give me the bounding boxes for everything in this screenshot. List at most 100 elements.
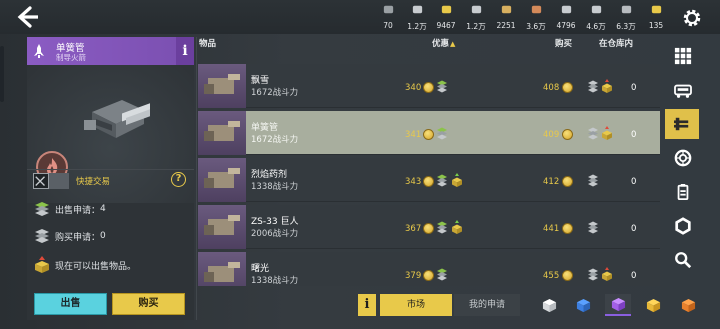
tab-my-requests[interactable]: 我的申请 — [454, 294, 520, 316]
buy-price: 441 — [543, 224, 560, 234]
rocket-icon — [32, 43, 46, 59]
buy-stack-icon — [588, 221, 598, 234]
item-info-button[interactable]: i — [176, 37, 194, 65]
quick-trade-toggle[interactable] — [49, 173, 69, 189]
resource-ammo: 70 — [373, 2, 403, 32]
coin-icon — [423, 129, 434, 140]
item-detail-panel: 单簧管 制导火箭 i 快捷交易 ? 出售申请： 4 购买申请： 0 现在可以出售… — [27, 37, 194, 320]
tab-info[interactable]: i — [358, 294, 376, 316]
sell-box-icon — [602, 126, 612, 140]
settings-gear-icon[interactable] — [681, 7, 703, 29]
item-subtitle: 制导火箭 — [56, 53, 86, 62]
resource-value: 6.3万 — [616, 22, 636, 31]
sell-stack-icon — [437, 127, 447, 140]
col-header-offer-label: 优惠 — [432, 39, 450, 49]
resource-value: 70 — [383, 21, 393, 30]
sell-requests-stat: 出售申请： 4 — [33, 198, 106, 220]
resource-canister: 2251 — [491, 2, 521, 32]
sell-button[interactable]: 出售 — [34, 293, 107, 315]
resource-coin-gold: 135 — [641, 2, 671, 32]
quick-trade-help-icon[interactable]: ? — [171, 172, 186, 187]
col-header-buy[interactable]: 购买 — [555, 37, 572, 49]
table-row[interactable]: ZS-33 巨人 2006战斗力 367 441 0 — [198, 205, 660, 249]
pen-icon — [410, 2, 425, 17]
ring-icon — [589, 2, 604, 17]
stock-count: 0 — [631, 271, 637, 281]
col-header-offer[interactable]: 优惠▲ — [432, 37, 455, 49]
rarity-rare-cube-icon[interactable] — [570, 294, 596, 316]
plank-icon — [529, 2, 544, 17]
category-weapon-icon[interactable] — [665, 109, 699, 139]
table-row[interactable]: 飘雪 1672战斗力 340 408 0 — [198, 64, 660, 108]
sell-requests-value: 4 — [100, 204, 106, 214]
offer-price: 343 — [405, 177, 422, 187]
coin-silver-icon — [619, 2, 634, 17]
offer-price: 367 — [405, 224, 422, 234]
item-thumbnail — [198, 252, 246, 286]
item-header: 单簧管 制导火箭 i — [27, 37, 194, 65]
col-header-item[interactable]: 物品 — [199, 37, 216, 49]
resource-chip: 9467 — [431, 2, 461, 32]
item-name: 单簧管 — [251, 123, 279, 133]
table-row[interactable]: 单簧管 1672战斗力 341 409 0 — [198, 111, 660, 155]
buy-stack-icon — [588, 127, 598, 140]
rarity-epic-cube-icon[interactable] — [605, 294, 631, 316]
quick-trade-label: 快捷交易 — [76, 177, 111, 187]
weapon-model-image — [84, 100, 150, 138]
resource-value: 135 — [648, 21, 664, 30]
item-thumbnail — [198, 111, 246, 155]
coin-icon — [562, 176, 573, 187]
rarity-common-cube-icon[interactable] — [536, 294, 562, 316]
stock-count: 0 — [631, 83, 637, 93]
coin-icon — [423, 176, 434, 187]
resource-value: 4796 — [556, 21, 576, 30]
search-icon[interactable] — [668, 245, 698, 275]
coin-icon — [562, 129, 573, 140]
sell-stack-icon — [437, 80, 447, 93]
buy-stack-icon — [588, 174, 598, 187]
sell-box-icon — [452, 220, 462, 234]
rarity-legendary-cube-icon[interactable] — [640, 294, 666, 316]
sell-stack-icon — [35, 202, 49, 216]
table-row[interactable]: 曙光 1338战斗力 379 455 0 — [198, 252, 660, 286]
table-row[interactable]: 烈焰药剂 1338战斗力 343 412 0 — [198, 158, 660, 202]
buy-stack-icon — [588, 268, 598, 281]
buy-button[interactable]: 购买 — [112, 293, 185, 315]
resource-value: 2251 — [496, 21, 516, 30]
fuel-icon — [469, 2, 484, 17]
resource-value: 1.2万 — [466, 22, 486, 31]
category-wheel-icon[interactable] — [668, 143, 698, 173]
resource-pen: 1.2万 — [402, 2, 432, 32]
category-vehicle-icon[interactable] — [668, 75, 698, 105]
stock-count: 0 — [631, 130, 637, 140]
sell-stack-icon — [437, 268, 447, 281]
sell-stack-icon — [437, 221, 447, 234]
resource-value: 1.2万 — [407, 22, 427, 31]
item-power: 1672战斗力 — [251, 88, 299, 98]
buy-price: 409 — [543, 130, 560, 140]
buy-price: 455 — [543, 271, 560, 281]
category-all-grid-icon[interactable] — [668, 41, 698, 71]
sell-requests-label: 出售申请： — [55, 205, 101, 216]
back-button[interactable] — [14, 6, 40, 28]
tab-market[interactable]: 市场 — [380, 294, 452, 316]
coin-icon — [423, 223, 434, 234]
resource-value: 9467 — [436, 21, 456, 30]
col-header-stock[interactable]: 在仓库内 — [599, 37, 633, 49]
buy-requests-label: 购买申请： — [55, 232, 101, 243]
coin-icon — [562, 270, 573, 281]
rarity-relic-cube-icon[interactable] — [675, 294, 701, 316]
sell-box-icon — [35, 256, 49, 273]
category-hexagon-icon[interactable] — [668, 211, 698, 241]
ammo-icon — [381, 2, 396, 17]
buy-price: 412 — [543, 177, 560, 187]
item-thumbnail — [198, 205, 246, 249]
item-power: 1672战斗力 — [251, 135, 299, 145]
sort-ascending-icon: ▲ — [450, 40, 456, 48]
market-list[interactable]: 飘雪 1672战斗力 340 408 0 单簧管 1672战斗力 341 409 0 烈焰药剂 133… — [198, 50, 660, 286]
resource-gear-part: 4796 — [551, 2, 581, 32]
quick-trade-checkbox[interactable] — [33, 173, 49, 189]
category-module-icon[interactable] — [668, 177, 698, 207]
resource-coin-silver: 6.3万 — [611, 2, 641, 32]
stock-count: 0 — [631, 177, 637, 187]
